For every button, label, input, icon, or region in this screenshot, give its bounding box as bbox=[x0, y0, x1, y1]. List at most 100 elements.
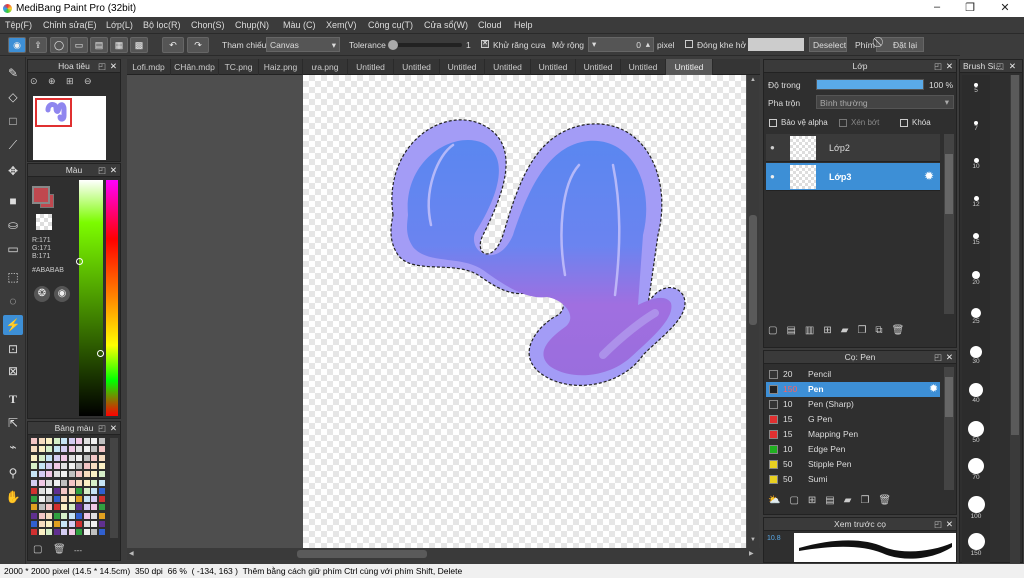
close-button[interactable]: ✕ bbox=[990, 1, 1020, 14]
canvas-horizontal-scrollbar[interactable]: ◀ ▶ bbox=[127, 548, 760, 560]
palette-swatch[interactable] bbox=[98, 487, 105, 494]
hand-tool-icon[interactable]: ✋ bbox=[3, 487, 23, 507]
tab-4[interactable]: ưa.png bbox=[303, 59, 348, 75]
palette-swatch[interactable] bbox=[38, 512, 45, 519]
palette-swatch[interactable] bbox=[53, 479, 60, 486]
value-cursor[interactable] bbox=[97, 350, 104, 357]
expand-stepper[interactable]: ▾ 0 ▴ bbox=[588, 37, 654, 52]
reset-button[interactable]: ⃠Đặt lại bbox=[876, 37, 924, 52]
palette-swatch[interactable] bbox=[31, 462, 37, 469]
dock-icon[interactable]: ◰ bbox=[98, 60, 106, 73]
new-1bit-layer-icon[interactable]: ▥ bbox=[805, 325, 823, 336]
new-layer-icon[interactable]: ▢ bbox=[768, 325, 786, 336]
zoom-in-icon[interactable]: ⊕ bbox=[48, 76, 62, 90]
brush-size-item[interactable]: 15 bbox=[966, 233, 986, 246]
palette-swatch[interactable] bbox=[68, 496, 75, 503]
layer-row-lop3[interactable]: ● Lớp3 ✹ bbox=[766, 163, 940, 191]
palette-swatch[interactable] bbox=[98, 512, 105, 519]
eye-icon[interactable]: ● bbox=[770, 172, 775, 181]
palette-swatch[interactable] bbox=[68, 512, 75, 519]
close-gap-checkbox[interactable] bbox=[685, 40, 693, 48]
palette-swatch[interactable] bbox=[38, 504, 45, 511]
brush-size-item[interactable]: 25 bbox=[966, 308, 986, 325]
palette-swatch[interactable] bbox=[68, 446, 75, 453]
cloud-brush-icon[interactable]: ⛅ bbox=[768, 495, 789, 506]
panel-close-icon[interactable]: ✕ bbox=[946, 518, 953, 531]
clipping-checkbox[interactable] bbox=[839, 119, 847, 127]
tab-10[interactable]: Untitled bbox=[576, 59, 621, 75]
palette-swatch[interactable] bbox=[31, 487, 37, 494]
deselect-button[interactable]: Deselect bbox=[809, 37, 847, 52]
palette-swatch[interactable] bbox=[31, 512, 37, 519]
palette-swatch[interactable] bbox=[83, 438, 90, 444]
brush-row[interactable]: 15 Mapping Pen bbox=[766, 427, 940, 442]
canvas-vertical-scrollbar[interactable]: ▲ ▼ bbox=[747, 75, 759, 548]
palette-swatch[interactable] bbox=[91, 496, 97, 503]
menu-filter[interactable]: Bộ lọc(R) bbox=[143, 20, 181, 30]
pen-tool-icon[interactable]: ⟋ bbox=[3, 135, 23, 155]
palette-swatch[interactable] bbox=[68, 471, 75, 478]
brush-size-scroll-thumb[interactable] bbox=[1011, 75, 1019, 435]
brush-size-item[interactable]: 150 bbox=[966, 533, 986, 557]
panel-close-icon[interactable]: ✕ bbox=[110, 422, 117, 435]
folder-icon[interactable]: ▰ bbox=[841, 325, 858, 336]
panel-close-icon[interactable]: ✕ bbox=[946, 60, 953, 73]
dock-icon[interactable]: ◰ bbox=[98, 164, 106, 177]
stepper-up-icon[interactable]: ▴ bbox=[646, 39, 650, 49]
palette-swatch[interactable] bbox=[83, 487, 90, 494]
palette-swatch[interactable] bbox=[38, 438, 45, 444]
undo-icon[interactable]: ↶ bbox=[162, 37, 184, 53]
palette-more[interactable]: --- bbox=[74, 546, 82, 555]
palette-swatch[interactable] bbox=[46, 512, 52, 519]
visibility-icon[interactable]: ◉ bbox=[8, 37, 26, 53]
palette-swatch[interactable] bbox=[76, 438, 82, 444]
palette-swatch[interactable] bbox=[31, 529, 37, 536]
layer-list-scrollbar[interactable] bbox=[944, 134, 954, 314]
palette-swatch[interactable] bbox=[46, 496, 52, 503]
panel-close-icon[interactable]: ✕ bbox=[946, 351, 953, 364]
palette-swatch[interactable] bbox=[53, 471, 60, 478]
drawing-canvas[interactable] bbox=[303, 75, 746, 548]
palette-swatch[interactable] bbox=[61, 446, 67, 453]
delete-layer-icon[interactable]: 🗑 bbox=[892, 325, 914, 336]
palette-swatch[interactable] bbox=[53, 454, 60, 461]
tab-1[interactable]: CHân.mdp bbox=[171, 59, 219, 75]
stepper-down-icon[interactable]: ▾ bbox=[592, 39, 596, 49]
brush-scroll-thumb[interactable] bbox=[945, 377, 953, 417]
redo-icon[interactable]: ↷ bbox=[187, 37, 209, 53]
palette-swatch[interactable] bbox=[83, 471, 90, 478]
menu-cloud[interactable]: Cloud bbox=[478, 20, 502, 30]
horizontal-scroll-thumb[interactable] bbox=[297, 550, 427, 558]
minimize-button[interactable]: – bbox=[922, 1, 952, 13]
tab-6[interactable]: Untitled bbox=[394, 59, 440, 75]
duplicate-brush-icon[interactable]: ❐ bbox=[860, 495, 878, 506]
move-tool-icon[interactable]: ✥ bbox=[3, 161, 23, 181]
brush-size-item[interactable]: 7 bbox=[966, 120, 986, 132]
opacity-slider[interactable] bbox=[816, 79, 924, 90]
zoom-fit-icon[interactable]: ⊙ bbox=[30, 76, 44, 90]
palette-swatch[interactable] bbox=[91, 487, 97, 494]
palette-swatch[interactable] bbox=[38, 521, 45, 527]
brush-row[interactable]: 15 G Pen bbox=[766, 412, 940, 427]
palette-swatch[interactable] bbox=[31, 521, 37, 527]
panel-close-icon[interactable]: ✕ bbox=[110, 164, 117, 177]
brush-size-scrollbar[interactable] bbox=[1010, 75, 1020, 563]
brush-row[interactable]: 10 Pen (Sharp) bbox=[766, 397, 940, 412]
duplicate-layer-icon[interactable]: ❐ bbox=[857, 325, 875, 336]
palette-swatch[interactable] bbox=[91, 479, 97, 486]
transparent-color-swatch[interactable] bbox=[36, 214, 52, 230]
palette-swatch[interactable] bbox=[76, 529, 82, 536]
zoom-out-icon[interactable]: ⊖ bbox=[84, 76, 98, 90]
palette-swatch[interactable] bbox=[76, 504, 82, 511]
brush-row[interactable]: 150 Pen ✹ bbox=[766, 382, 940, 397]
palette-swatch[interactable] bbox=[31, 454, 37, 461]
palette-swatch[interactable] bbox=[83, 496, 90, 503]
brush-row[interactable]: 20 Pencil bbox=[766, 367, 940, 382]
palette-swatch[interactable] bbox=[53, 438, 60, 444]
tab-9[interactable]: Untitled bbox=[531, 59, 576, 75]
eyedropper-tool-icon[interactable]: ⚲ bbox=[3, 463, 23, 483]
new-palette-icon[interactable]: ▢ bbox=[33, 544, 42, 555]
divide-tool-icon[interactable]: ⌁ bbox=[3, 437, 23, 457]
palette-swatch[interactable] bbox=[61, 479, 67, 486]
palette-swatch[interactable] bbox=[83, 446, 90, 453]
